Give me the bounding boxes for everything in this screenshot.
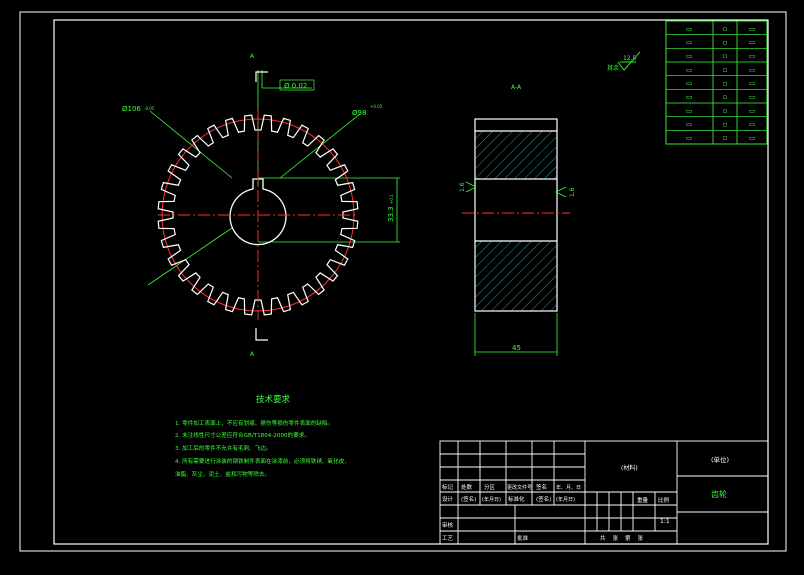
section-marker-bottom: A [250,351,255,358]
outer-border [19,11,787,552]
tech-line-5: 油脂、灰尘、泥土、盐和污物等除去。 [175,470,270,478]
section-view-label: A-A [511,84,522,91]
tolerance-frame: Ø 0.02 [284,82,307,90]
param-cell: ▭ [686,25,693,33]
tb-r1-c6: 年、月、日 [556,484,581,491]
param-cell: ▫ [723,25,728,33]
cad-drawing: A A Ø 0.02 Ø106 -0.05 Ø98 +0.05 33.3 +0.… [19,11,787,552]
param-cell: ▭ [749,66,756,74]
dim-inner-diameter: Ø98 [352,109,366,117]
tb-r4-label-2: 批准 [517,534,529,542]
tb-org: (单位) [711,455,729,464]
general-roughness-symbol: 12.5 其余 [607,51,641,72]
tb-r2-c5: (签名) [536,495,551,503]
param-cell: ▫ [723,121,728,129]
roughness-general-note: 其余 [607,64,619,72]
dim-inner-tolerance: +0.05 [370,104,383,109]
tb-scale: 1:1 [660,518,670,525]
dim-keyway-tolerance: +0.1 [389,194,394,204]
param-cell: ▭ [749,107,756,115]
tb-r2-c1: 设计 [442,495,454,503]
roughness-general-value: 12.5 [623,55,637,62]
hatch-lower [475,241,557,311]
tb-material: (材料) [621,464,638,472]
param-rows: ▭ ▫ ▭ ▭ ▫ ▭ ▭ ▫ ▭ ▭ ▫ ▭ ▭ ▫ ▭ ▭ ▫ ▭ ▭ ▫ ▭ ▭ ▫ ▭ ▭ ▫ ▭ [666,25,767,142]
param-cell: ▭ [686,121,693,129]
param-cell: ▫ [723,39,728,47]
tb-r1-c2: 处数 [461,483,473,491]
dim-keyway: 33.3 [387,206,395,222]
param-cell: ▫ [723,80,728,88]
tb-weight-header: 重量 [637,496,649,504]
param-cell: ▭ [749,25,756,33]
tb-r2-c4: 标准化 [508,495,525,503]
param-cell: ▫ [723,66,728,74]
tb-scale-header: 比例 [658,496,670,504]
tb-r3-label: 审核 [442,521,454,529]
tech-line-2: 2. 未注线性尺寸公差应符合GB/T1804-2000的要求。 [175,431,310,439]
param-cell: ▭ [749,134,756,142]
param-cell: ▭ [686,66,693,74]
param-cell: ▭ [686,39,693,47]
tb-r4-label-1: 工艺 [442,535,454,542]
dim-outer-diameter: Ø106 [122,105,141,113]
param-cell: ▭ [749,121,756,129]
gear-parameter-table: ▭ ▫ ▭ ▭ ▫ ▭ ▭ ▫ ▭ ▭ ▫ ▭ ▭ ▫ ▭ ▭ ▫ ▭ ▭ ▫ ▭ ▭ ▫ ▭ ▭ ▫ ▭ [665,20,768,145]
param-cell: ▭ [686,134,693,142]
tb-r1-c5: 签名 [536,483,547,491]
tb-sheet: 共 张 第 张 [600,534,643,542]
param-cell: ▫ [723,134,728,142]
tech-title: 技术要求 [256,394,291,405]
param-cell: ▭ [686,107,693,115]
title-block: (材料) (单位) 齿轮 标记 处数 分区 更改文件号 签名 年、月、日 设计 … [439,440,769,545]
dim-width: 45 [512,344,521,352]
param-cell: ▫ [723,107,728,115]
tb-r1-c1: 标记 [442,483,454,491]
param-cell: ▫ [723,52,728,60]
param-cell: ▫ [723,93,728,101]
roughness-right: 1.6 [569,187,576,197]
tech-line-1: 1. 零件加工表面上，不应有划痕、擦伤等损伤零件表面的缺陷。 [175,419,333,427]
tb-r2-c6: (年月日) [556,496,575,503]
tb-r1-c3: 分区 [484,483,496,491]
tb-part-name: 齿轮 [711,489,727,499]
dim-outer-tolerance: -0.05 [144,106,155,111]
hatch-upper [475,131,557,179]
leader-lines [147,70,400,286]
param-cell: ▭ [749,80,756,88]
param-cell: ▭ [749,52,756,60]
tb-r2-c3: (年月日) [482,496,501,503]
param-cell: ▭ [686,52,693,60]
param-cell: ▭ [686,80,693,88]
param-cell: ▭ [686,93,693,101]
inner-frame [53,19,769,545]
technical-requirements: 技术要求 1. 零件加工表面上，不应有划痕、擦伤等损伤零件表面的缺陷。 2. 未… [175,394,350,478]
tech-line-3: 3. 加工后的零件不允许有毛刺、飞边。 [175,444,272,452]
tech-line-4: 4. 所有需要进行涂装的钢铁制件表面在涂漆前，必须将铁锈、氧化皮、 [175,457,350,465]
gear-front-view: A A Ø 0.02 Ø106 -0.05 Ø98 +0.05 33.3 +0.… [122,53,400,358]
param-cell: ▭ [749,93,756,101]
section-marker-top: A [250,53,255,60]
gear-section-view: A-A 45 1.6 1.6 [459,84,576,356]
tb-r1-c4: 更改文件号 [507,484,532,491]
roughness-left: 1.6 [459,182,466,192]
param-cell: ▭ [749,39,756,47]
tb-r2-c2: (签名) [461,495,476,503]
